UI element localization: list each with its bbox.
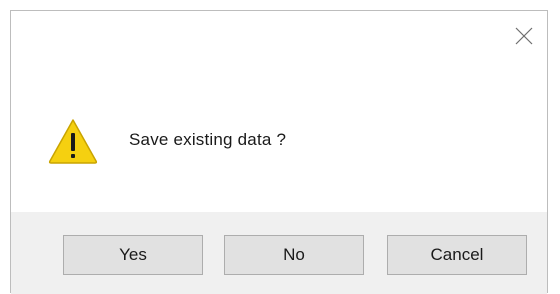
warning-icon [48,119,98,164]
close-icon [515,27,533,45]
yes-button[interactable]: Yes [63,235,203,275]
no-button[interactable]: No [224,235,364,275]
cancel-button[interactable]: Cancel [387,235,527,275]
dialog-content: Save existing data ? [11,11,547,211]
dialog-message: Save existing data ? [129,130,287,149]
button-bar: Yes No Cancel [11,212,547,294]
message-dialog: Save existing data ? Yes No Cancel [10,10,548,294]
close-button[interactable] [511,23,537,49]
